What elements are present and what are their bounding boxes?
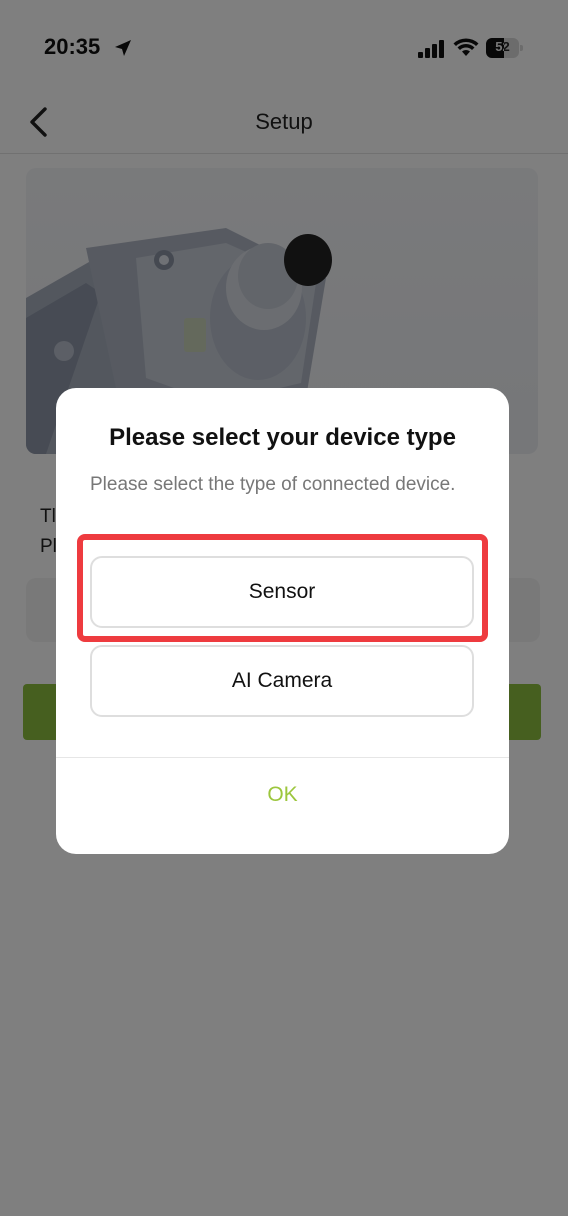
screen: 20:35 52 Setup: [0, 0, 568, 1216]
ok-button[interactable]: OK: [56, 758, 509, 832]
dialog-title: Please select your device type: [109, 424, 456, 451]
highlight-box: [77, 534, 488, 642]
ai-camera-option-button[interactable]: AI Camera: [90, 645, 474, 717]
dialog-message: Please select the type of connected devi…: [90, 474, 456, 495]
